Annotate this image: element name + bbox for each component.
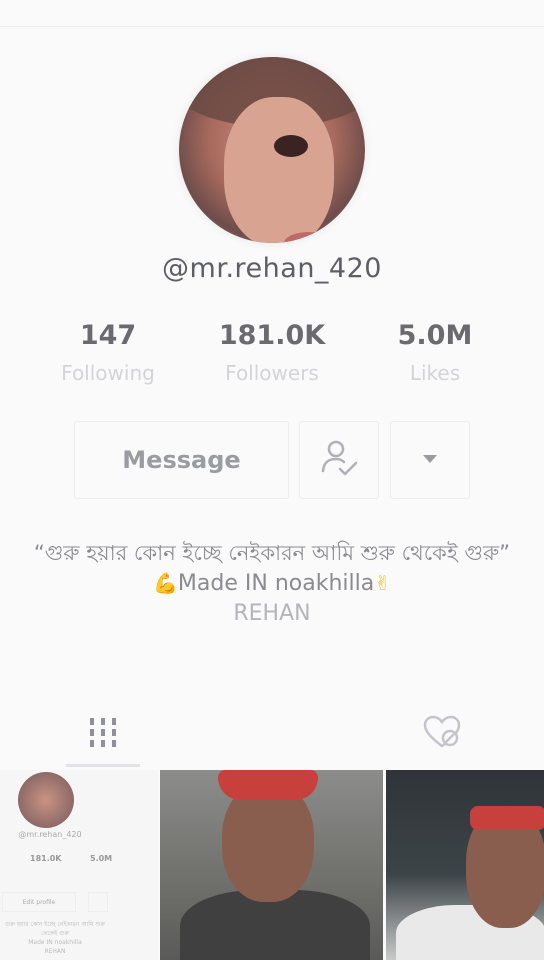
- grid-bars-icon: [88, 716, 118, 752]
- bio-line-2: 💪Made IN noakhilla✌: [10, 568, 534, 599]
- mini-bookmark-icon: [88, 892, 108, 912]
- tab-videos[interactable]: [66, 700, 140, 768]
- avatar-face: [224, 97, 334, 243]
- mini-likes: 5.0M: [90, 854, 113, 863]
- tab-liked[interactable]: [405, 700, 479, 768]
- caret-down-icon: [420, 451, 440, 470]
- mini-username: @mr.rehan_420: [18, 830, 82, 839]
- stat-followers[interactable]: 181.0K Followers: [202, 320, 342, 385]
- stat-likes-value: 5.0M: [397, 320, 473, 351]
- stat-followers-value: 181.0K: [218, 320, 326, 351]
- mini-followers: 181.0K: [30, 854, 62, 863]
- video-thumbnail[interactable]: [160, 770, 383, 960]
- profile-bio: “গুরু হয়ার কোন ইচ্ছে নেইকারন আমি শুরু থ…: [10, 538, 534, 629]
- avatar-eye: [274, 135, 308, 157]
- mini-edit-profile: Edit profile: [2, 892, 76, 912]
- person-head: [222, 782, 314, 902]
- profile-username: @mr.rehan_420: [162, 253, 382, 284]
- video-thumbnail[interactable]: @mr.rehan_420 181.0K 5.0M Edit profile গ…: [0, 770, 158, 960]
- stat-likes-label: Likes: [409, 361, 461, 385]
- person-check-icon: [318, 437, 360, 483]
- stat-following-value: 147: [79, 320, 137, 351]
- more-options-button[interactable]: [390, 421, 470, 499]
- flexed-biceps-emoji: 💪: [153, 571, 178, 595]
- bio-line-1: “গুরু হয়ার কোন ইচ্ছে নেইকারন আমি শুরু থ…: [33, 541, 511, 565]
- video-thumbnail[interactable]: [386, 770, 544, 960]
- message-button[interactable]: Message: [74, 421, 289, 499]
- video-grid: @mr.rehan_420 181.0K 5.0M Edit profile গ…: [0, 770, 544, 960]
- tab-active-indicator: [66, 764, 140, 767]
- mini-bio-made: Made IN noakhilla: [28, 939, 82, 946]
- profile-tabs: [0, 700, 544, 768]
- stat-following-label: Following: [61, 361, 155, 385]
- victory-hand-emoji: ✌: [374, 571, 391, 595]
- stat-following[interactable]: 147 Following: [38, 320, 178, 385]
- mini-bio: গুরু হয়ার কোন ইচ্ছে নেইকারন আমি শুরু থে…: [0, 920, 110, 956]
- mini-avatar: [18, 772, 74, 828]
- stat-followers-label: Followers: [225, 361, 319, 385]
- following-status-button[interactable]: [299, 421, 379, 499]
- liked-heart-icon: [422, 714, 462, 754]
- person-headband: [470, 806, 544, 830]
- person-cap: [218, 770, 318, 800]
- mini-bio-name: REHAN: [44, 948, 66, 955]
- top-divider: [0, 26, 544, 27]
- profile-avatar[interactable]: [179, 57, 365, 243]
- stat-likes[interactable]: 5.0M Likes: [365, 320, 505, 385]
- bio-line-3: REHAN: [233, 601, 311, 626]
- mini-bio-text: গুরু হয়ার কোন ইচ্ছে নেইকারন আমি শুরু থে…: [4, 921, 106, 937]
- bio-made-in: Made IN noakhilla: [177, 571, 375, 596]
